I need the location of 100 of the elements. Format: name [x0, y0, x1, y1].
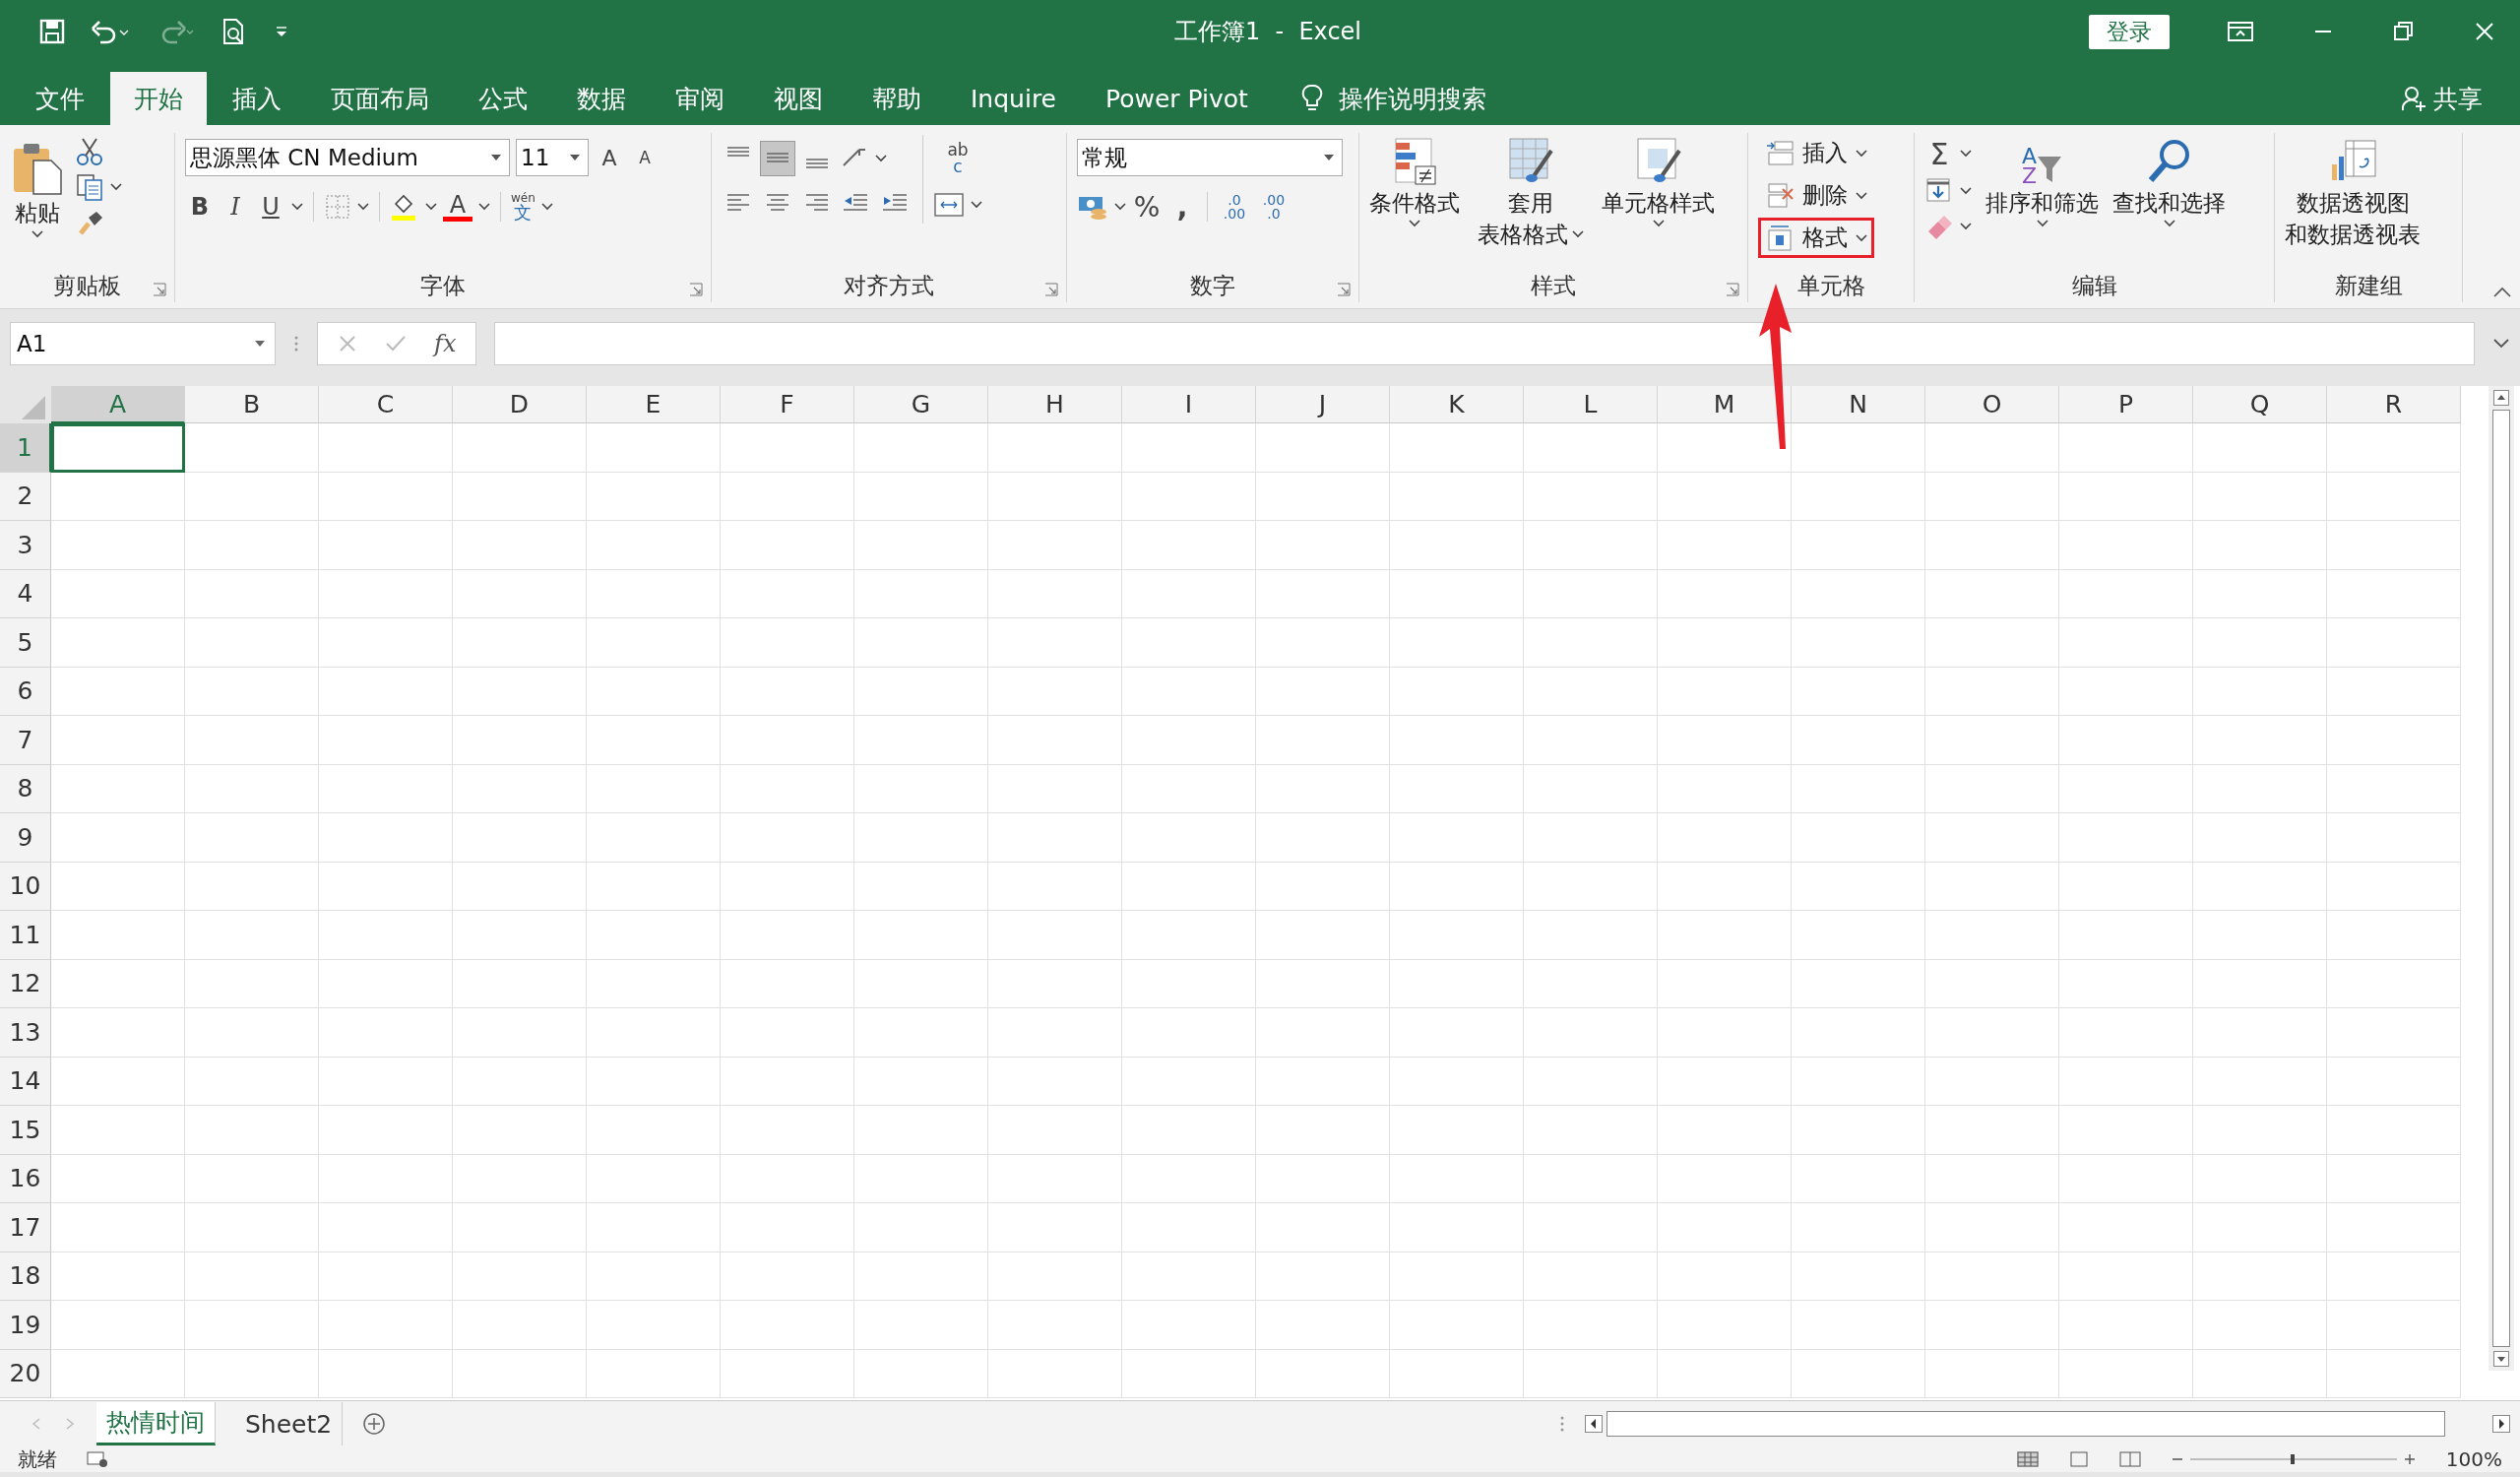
grid-cell[interactable] — [1256, 1154, 1390, 1203]
grid-cell[interactable] — [1792, 716, 1925, 765]
column-header[interactable]: P — [2059, 386, 2193, 423]
grid-cell[interactable] — [988, 1008, 1122, 1058]
caret-icon[interactable] — [32, 230, 43, 238]
grid-cell[interactable] — [988, 1252, 1122, 1301]
grid-cell[interactable] — [1925, 716, 2059, 765]
grid-cell[interactable] — [319, 1057, 453, 1106]
grid-cell[interactable] — [319, 1154, 453, 1203]
grid-cell[interactable] — [1390, 1154, 1524, 1203]
grid-cell[interactable] — [1256, 1008, 1390, 1058]
grid-cell[interactable] — [854, 521, 988, 570]
grid-cell[interactable] — [1658, 862, 1792, 911]
lightbulb-icon[interactable] — [1300, 84, 1323, 113]
grid-cell[interactable] — [185, 716, 319, 765]
grid-cell[interactable] — [1256, 423, 1390, 473]
align-lines-icon[interactable] — [761, 142, 794, 175]
grid-cell[interactable] — [1122, 1057, 1256, 1106]
scroll-left-icon[interactable] — [1585, 1415, 1603, 1433]
grid-cell[interactable] — [453, 764, 587, 813]
grid-cell[interactable] — [51, 521, 185, 570]
grid-cell[interactable] — [1792, 521, 1925, 570]
grid-cell[interactable] — [2059, 667, 2193, 716]
grid-cell[interactable] — [2059, 618, 2193, 668]
grid-cell[interactable] — [1390, 862, 1524, 911]
grid-cell[interactable] — [854, 423, 988, 473]
grid-cell[interactable] — [453, 862, 587, 911]
grid-cell[interactable] — [587, 1154, 721, 1203]
grid-cell[interactable] — [319, 1008, 453, 1058]
grid-cell[interactable] — [1122, 569, 1256, 618]
grid-cell[interactable] — [453, 1057, 587, 1106]
ribbon-tab[interactable]: 视图 — [750, 72, 847, 125]
grid-cell[interactable] — [721, 1252, 854, 1301]
phonetic-guide-button[interactable]: wén 文 — [511, 192, 536, 222]
grid-cell[interactable] — [319, 1252, 453, 1301]
grid-cell[interactable] — [453, 472, 587, 521]
cell-styles-button[interactable]: 单元格样式 — [1602, 137, 1715, 227]
grid-cell[interactable] — [185, 1057, 319, 1106]
grid-cell[interactable] — [2059, 1008, 2193, 1058]
grid-cell[interactable] — [988, 569, 1122, 618]
grid-cell[interactable] — [587, 764, 721, 813]
grid-cell[interactable] — [185, 813, 319, 863]
grid-cell[interactable] — [854, 813, 988, 863]
grid-cell[interactable] — [1658, 1252, 1792, 1301]
grid-cell[interactable] — [2059, 1252, 2193, 1301]
grid-cell[interactable] — [51, 1349, 185, 1398]
grid-cell[interactable] — [854, 618, 988, 668]
grid-cell[interactable] — [2327, 472, 2461, 521]
grid-cell[interactable] — [51, 1301, 185, 1350]
row-header[interactable]: 9 — [0, 813, 51, 863]
scroll-down-icon[interactable] — [2493, 1351, 2509, 1367]
grid-cell[interactable] — [721, 618, 854, 668]
grow-font-button[interactable]: A — [595, 141, 624, 174]
grid-cell[interactable] — [1122, 1203, 1256, 1252]
grid-cell[interactable] — [51, 569, 185, 618]
grid-cell[interactable] — [988, 862, 1122, 911]
grid-cell[interactable] — [854, 569, 988, 618]
grid-cell[interactable] — [51, 862, 185, 911]
grid-cell[interactable] — [1658, 764, 1792, 813]
grid-cell[interactable] — [1390, 959, 1524, 1008]
undo-icon[interactable] — [91, 19, 130, 44]
grid-cell[interactable] — [2327, 813, 2461, 863]
grid-cell[interactable] — [2193, 1106, 2327, 1155]
grid-cell[interactable] — [319, 764, 453, 813]
grid-cell[interactable] — [1524, 521, 1658, 570]
grid-cell[interactable] — [319, 862, 453, 911]
grid-cell[interactable] — [1390, 716, 1524, 765]
grid-cell[interactable] — [854, 1203, 988, 1252]
row-header[interactable]: 13 — [0, 1008, 51, 1058]
row-header[interactable]: 15 — [0, 1106, 51, 1155]
grid-cell[interactable] — [1524, 423, 1658, 473]
grid-cell[interactable] — [1524, 618, 1658, 668]
grid-cell[interactable] — [988, 1154, 1122, 1203]
grid-cell[interactable] — [1256, 1349, 1390, 1398]
grid-cell[interactable] — [2193, 521, 2327, 570]
grid-cell[interactable] — [185, 1106, 319, 1155]
grid-cell[interactable] — [1122, 667, 1256, 716]
collapse-ribbon-icon[interactable] — [2492, 287, 2512, 298]
grid-cell[interactable] — [453, 911, 587, 960]
grid-cell[interactable] — [587, 423, 721, 473]
grid-cell[interactable] — [1925, 423, 2059, 473]
grid-cell[interactable] — [319, 1203, 453, 1252]
caret-icon[interactable] — [1572, 230, 1584, 238]
grid-cell[interactable] — [2193, 959, 2327, 1008]
grid-cell[interactable] — [1925, 667, 2059, 716]
grid-cell[interactable] — [1390, 1057, 1524, 1106]
grid-cell[interactable] — [2193, 764, 2327, 813]
grid-cell[interactable] — [988, 1301, 1122, 1350]
grid-cell[interactable] — [854, 1057, 988, 1106]
grid-cell[interactable] — [1390, 569, 1524, 618]
row-header[interactable]: 6 — [0, 667, 51, 716]
copy-icon[interactable] — [75, 172, 104, 202]
restore-icon[interactable] — [2392, 20, 2416, 43]
scissors-icon[interactable] — [75, 137, 104, 166]
grid-cell[interactable] — [319, 716, 453, 765]
grid-cell[interactable] — [185, 1154, 319, 1203]
grid-cell[interactable] — [1925, 472, 2059, 521]
ribbon-tab[interactable]: 页面布局 — [307, 72, 453, 125]
caret-icon[interactable] — [540, 203, 553, 211]
ribbon-tab[interactable]: 文件 — [12, 72, 108, 125]
